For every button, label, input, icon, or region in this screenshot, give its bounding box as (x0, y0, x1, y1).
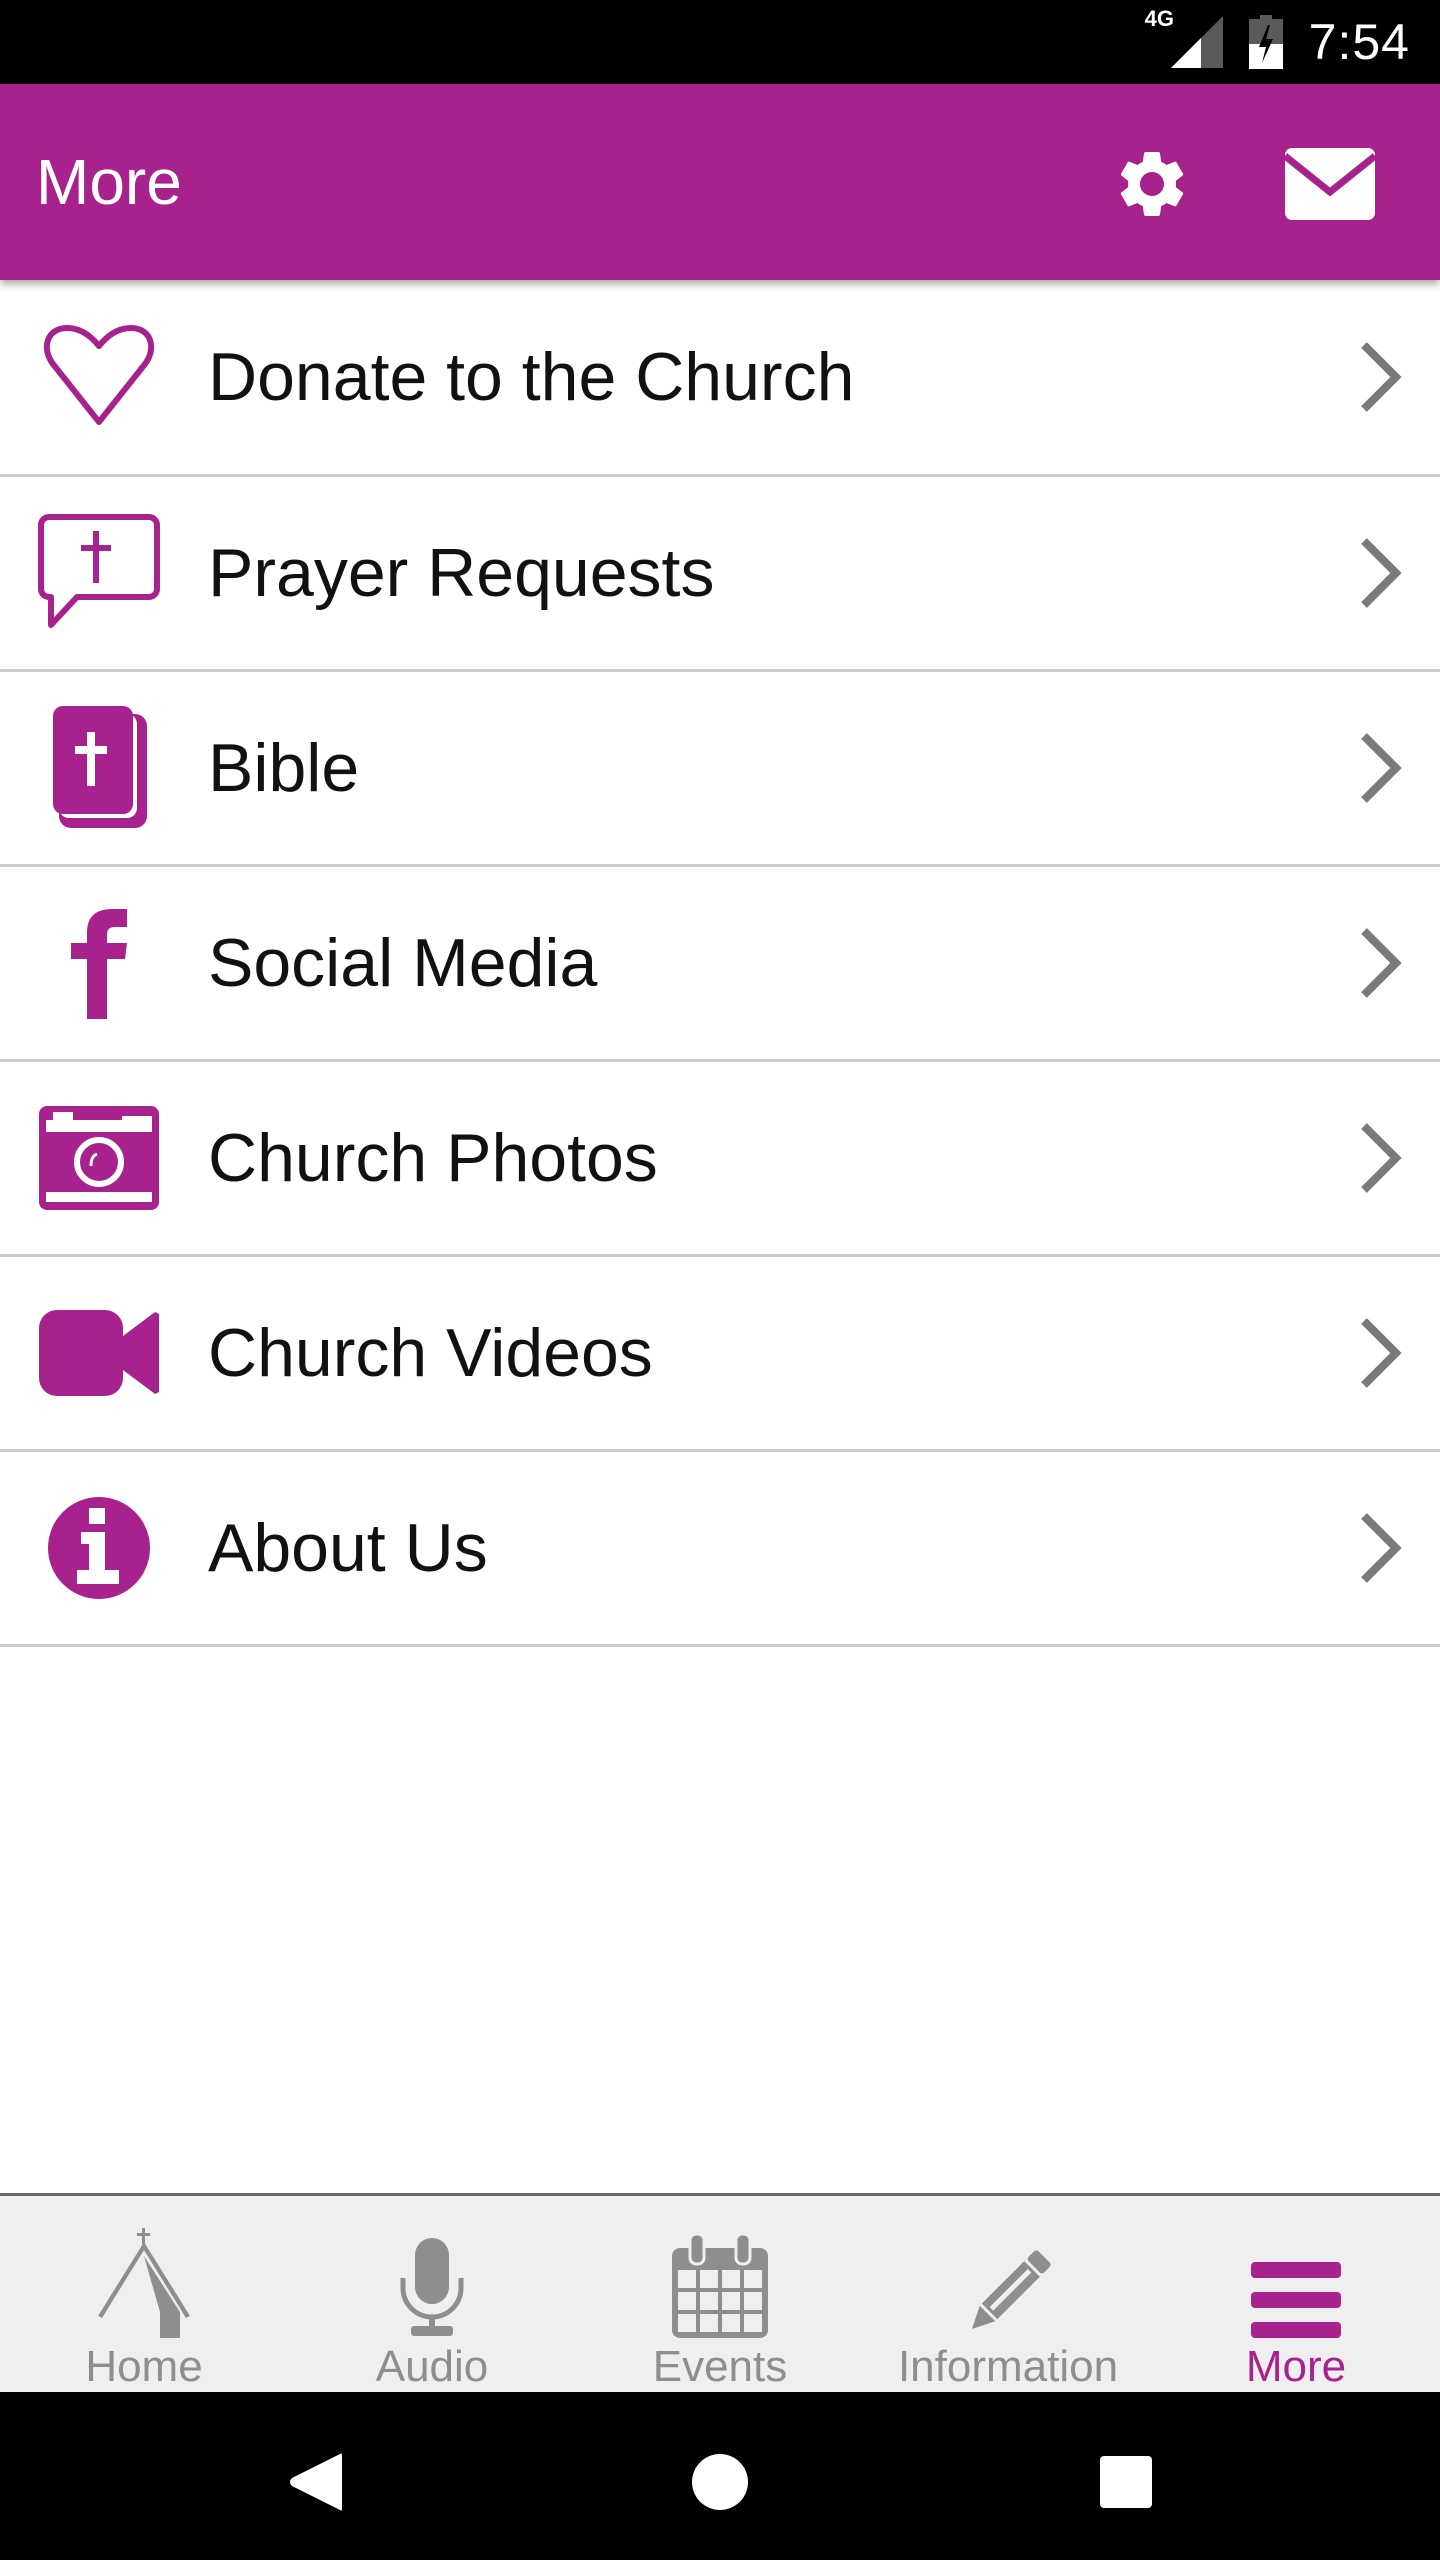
envelope-icon (1283, 148, 1377, 220)
back-triangle-icon (290, 2453, 342, 2511)
tab-label: Events (652, 2342, 788, 2391)
tab-label: Audio (375, 2342, 489, 2391)
tab-label: More (1245, 2342, 1347, 2391)
info-icon (34, 1483, 164, 1613)
menu-item-label: Social Media (208, 925, 598, 1001)
menu-item-about-us[interactable]: About Us (0, 1452, 1440, 1647)
messages-button[interactable] (1280, 134, 1380, 234)
menu-item-label: Prayer Requests (208, 535, 715, 611)
heart-icon (34, 312, 164, 442)
menu-item-church-videos[interactable]: Church Videos (0, 1257, 1440, 1452)
clock: 7:54 (1308, 14, 1410, 70)
menu-item-church-photos[interactable]: Church Photos (0, 1062, 1440, 1257)
recents-square-icon (1100, 2456, 1152, 2508)
menu-item-label: Church Videos (208, 1315, 653, 1391)
hamburger-menu-icon (1241, 2224, 1351, 2338)
home-button[interactable] (680, 2442, 760, 2522)
bottom-tab-bar: Home Audio Events Information More (0, 2193, 1440, 2392)
tab-more[interactable]: More (1152, 2196, 1440, 2392)
menu-item-label: Church Photos (208, 1120, 658, 1196)
home-circle-icon (692, 2454, 748, 2510)
tab-label: Information (897, 2342, 1119, 2391)
tab-home[interactable]: Home (0, 2196, 288, 2392)
tab-events[interactable]: Events (576, 2196, 864, 2392)
recents-button[interactable] (1086, 2442, 1166, 2522)
settings-button[interactable] (1102, 134, 1202, 234)
menu-item-social-media[interactable]: Social Media (0, 867, 1440, 1062)
chevron-right-icon (1361, 928, 1402, 998)
more-menu-list: Donate to the Church Prayer Requests Bib… (0, 280, 1440, 1647)
microphone-icon (377, 2224, 487, 2338)
battery-charging-icon (1248, 15, 1283, 69)
network-type: 4G (1144, 6, 1175, 31)
chevron-right-icon (1361, 1318, 1402, 1388)
facebook-icon (34, 898, 164, 1028)
status-bar: 4G 7:54 (0, 0, 1440, 84)
gear-icon (1120, 151, 1184, 216)
chevron-right-icon (1361, 538, 1402, 608)
menu-item-label: Donate to the Church (208, 339, 855, 415)
tab-audio[interactable]: Audio (288, 2196, 576, 2392)
tab-information[interactable]: Information (864, 2196, 1152, 2392)
chevron-right-icon (1361, 342, 1402, 412)
chevron-right-icon (1361, 733, 1402, 803)
chevron-right-icon (1361, 1513, 1402, 1583)
menu-item-bible[interactable]: Bible (0, 672, 1440, 867)
chevron-right-icon (1361, 1123, 1402, 1193)
app-bar: More (0, 84, 1440, 280)
menu-item-label: About Us (208, 1510, 488, 1586)
menu-item-donate[interactable]: Donate to the Church (0, 280, 1440, 477)
pencil-icon (953, 2224, 1063, 2338)
bible-icon (34, 703, 164, 833)
tab-label: Home (85, 2342, 203, 2391)
back-button[interactable] (276, 2442, 356, 2522)
menu-item-label: Bible (208, 730, 360, 806)
status-icons: 4G 7:54 (1145, 0, 1410, 84)
calendar-icon (665, 2224, 775, 2338)
page-title: More (36, 146, 182, 218)
signal-icon: 4G (1145, 6, 1223, 68)
system-nav-bar (0, 2392, 1440, 2560)
video-camera-icon (34, 1288, 164, 1418)
menu-item-prayer-requests[interactable]: Prayer Requests (0, 477, 1440, 672)
camera-icon (34, 1093, 164, 1223)
prayer-speech-bubble-icon (34, 508, 164, 638)
church-icon (89, 2224, 199, 2338)
